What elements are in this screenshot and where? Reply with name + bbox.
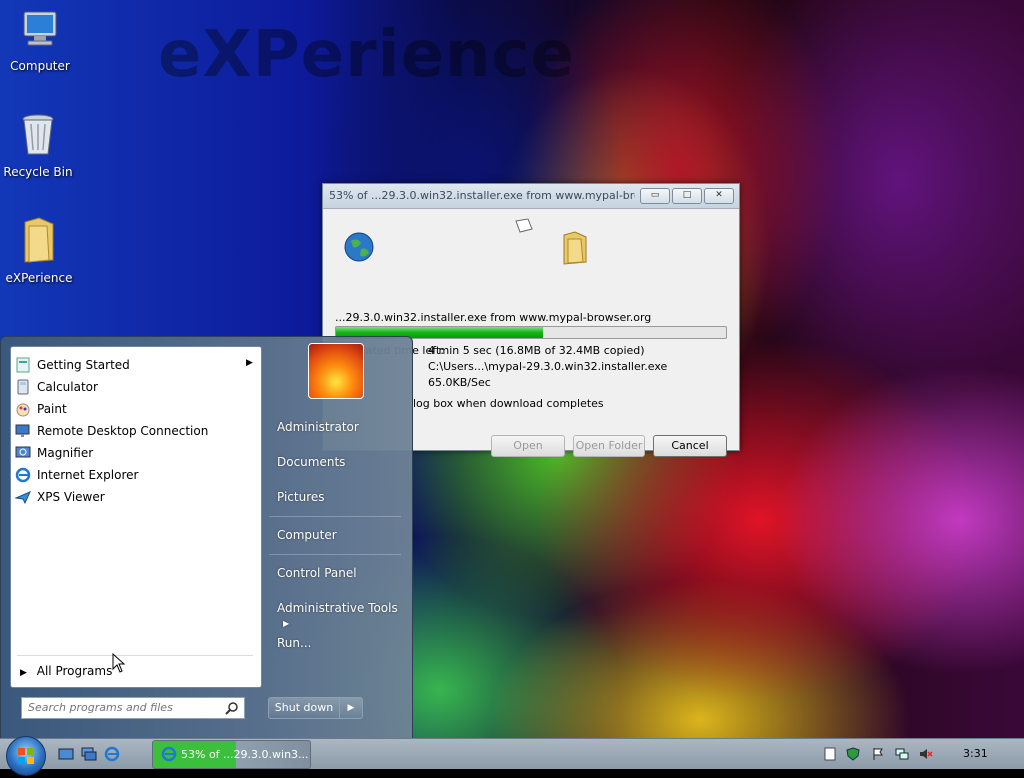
all-programs-arrow-icon: ▶: [20, 668, 27, 678]
remote-desktop-icon: [15, 424, 30, 437]
paint-icon: [16, 403, 30, 417]
program-label: Internet Explorer: [37, 468, 139, 482]
program-label: Getting Started: [37, 358, 130, 372]
right-separator: [269, 554, 401, 555]
desktop-icon-label: Recycle Bin: [3, 165, 73, 179]
start-item-administrative-tools[interactable]: Administrative Tools ▶: [277, 601, 412, 629]
flying-page-icon: [515, 218, 533, 233]
dialog-title: 53% of ...29.3.0.win32.installer.exe fro…: [329, 189, 635, 202]
close-button[interactable]: ✕: [704, 188, 734, 204]
start-item-administrator[interactable]: Administrator: [277, 420, 359, 434]
program-label: XPS Viewer: [37, 490, 105, 504]
program-remote-desktop[interactable]: Remote Desktop Connection: [15, 421, 255, 441]
start-item-run[interactable]: Run...: [277, 636, 311, 650]
computer-icon: [23, 11, 57, 46]
wallpaper-watermark: eXPerience: [158, 18, 575, 92]
start-item-computer[interactable]: Computer: [277, 528, 337, 542]
right-separator: [269, 516, 401, 517]
windows-logo-icon: [18, 748, 34, 764]
shut-down-button[interactable]: Shut down: [268, 697, 340, 719]
start-menu: Getting Started ▶ Calculator Paint Remot…: [0, 336, 413, 740]
volume-muted-icon[interactable]: [919, 747, 933, 761]
submenu-arrow-icon: ▶: [283, 619, 290, 628]
desktop-icon-recycle-bin[interactable]: Recycle Bin: [0, 112, 76, 179]
globe-icon: [344, 232, 374, 262]
getting-started-icon: [16, 357, 30, 373]
folder-icon: [24, 217, 54, 263]
desktop-icon-label: eXPerience: [5, 271, 73, 285]
calculator-icon: [17, 379, 29, 395]
program-internet-explorer[interactable]: Internet Explorer: [15, 465, 255, 485]
taskbar: 53% of ...29.3.0.win3... 3:31: [0, 736, 1024, 776]
document-icon[interactable]: [823, 747, 837, 761]
cancel-button[interactable]: Cancel: [653, 435, 727, 457]
search-input[interactable]: [22, 698, 218, 716]
close-icon: ✕: [715, 190, 723, 200]
program-calculator[interactable]: Calculator: [15, 377, 255, 397]
folder-icon: [563, 231, 587, 265]
minimize-button[interactable]: ▭: [640, 188, 670, 204]
transfer-rate-value: 65.0KB/Sec: [428, 376, 491, 389]
recycle-bin-icon: [22, 114, 54, 155]
admin-tools-label: Administrative Tools: [277, 601, 398, 615]
mouse-cursor-icon: [112, 653, 126, 673]
close-when-done-label: log box when download completes: [413, 397, 604, 410]
action-center-flag-icon[interactable]: [871, 747, 885, 761]
internet-explorer-icon: [15, 467, 31, 483]
xps-viewer-icon: [15, 491, 31, 505]
start-item-documents[interactable]: Documents: [277, 455, 345, 469]
program-label: Calculator: [37, 380, 98, 394]
programs-separator: [17, 655, 253, 656]
switch-windows-icon[interactable]: [81, 746, 97, 762]
desktop-icon-computer[interactable]: Computer: [2, 8, 78, 73]
dialog-titlebar[interactable]: 53% of ...29.3.0.win32.installer.exe fro…: [323, 184, 739, 209]
desktop-icon-experience-folder[interactable]: eXPerience: [1, 216, 77, 285]
show-desktop-icon[interactable]: [58, 746, 74, 762]
program-label: Remote Desktop Connection: [37, 424, 209, 438]
network-icon[interactable]: [895, 747, 909, 761]
program-label: Paint: [37, 402, 67, 416]
desktop-icon-label: Computer: [10, 59, 70, 73]
all-programs-label: All Programs: [36, 664, 113, 678]
submenu-arrow-icon: ▶: [246, 358, 253, 368]
search-box[interactable]: [21, 697, 245, 719]
maximize-button[interactable]: □: [672, 188, 702, 204]
open-button[interactable]: Open: [491, 435, 565, 457]
download-to-value: C:\Users...\mypal-29.3.0.win32.installer…: [428, 360, 668, 373]
time-left-value: 4 min 5 sec (16.8MB of 32.4MB copied): [428, 344, 645, 357]
program-label: Magnifier: [37, 446, 94, 460]
open-folder-button[interactable]: Open Folder: [573, 435, 645, 457]
program-paint[interactable]: Paint: [15, 399, 255, 419]
user-picture[interactable]: [308, 343, 364, 399]
start-button[interactable]: [6, 736, 46, 776]
internet-explorer-icon: [161, 746, 177, 762]
security-shield-icon[interactable]: [846, 747, 860, 761]
program-getting-started[interactable]: Getting Started ▶: [15, 355, 255, 375]
shut-down-options-button[interactable]: ▶: [339, 697, 363, 719]
search-icon[interactable]: [225, 701, 239, 715]
magnifier-icon: [15, 446, 31, 458]
minimize-icon: ▭: [650, 190, 660, 200]
taskbar-clock[interactable]: 3:31: [963, 747, 988, 760]
download-file-line: ...29.3.0.win32.installer.exe from www.m…: [335, 311, 652, 324]
taskbar-button-label: 53% of ...29.3.0.win3...: [181, 748, 309, 761]
program-magnifier[interactable]: Magnifier: [15, 443, 255, 463]
start-item-control-panel[interactable]: Control Panel: [277, 566, 357, 580]
start-item-pictures[interactable]: Pictures: [277, 490, 325, 504]
maximize-icon: □: [682, 190, 692, 200]
taskbar-button-download[interactable]: 53% of ...29.3.0.win3...: [152, 740, 311, 769]
all-programs-button[interactable]: ▶ All Programs: [20, 664, 112, 678]
program-xps-viewer[interactable]: XPS Viewer: [15, 487, 255, 507]
chevron-right-icon: ▶: [347, 703, 355, 713]
start-menu-programs-pane: Getting Started ▶ Calculator Paint Remot…: [10, 346, 262, 688]
internet-explorer-icon[interactable]: [104, 746, 120, 762]
